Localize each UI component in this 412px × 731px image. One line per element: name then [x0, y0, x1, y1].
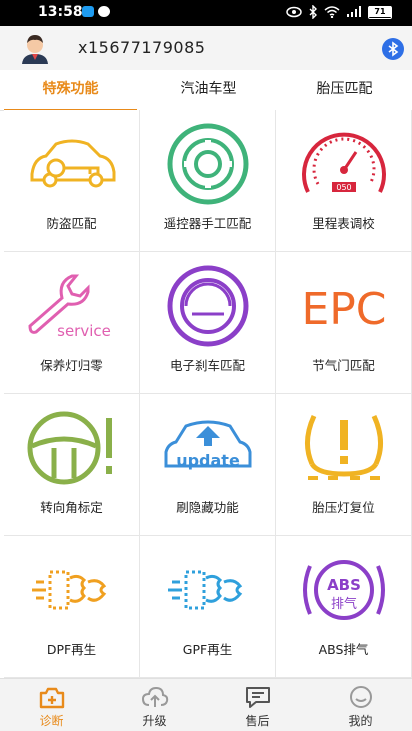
account-number: x15677179085	[78, 38, 206, 57]
system-icons: 71	[286, 5, 392, 19]
epc-icon: EPC	[301, 284, 386, 335]
nav-label: 我的	[348, 714, 373, 728]
function-anti-theft[interactable]: 防盗匹配	[4, 110, 139, 251]
function-label: 胎压灯复位	[312, 500, 375, 515]
function-odometer[interactable]: 050 里程表调校	[276, 110, 411, 251]
bluetooth-status-icon	[309, 5, 317, 19]
battery-icon: 71	[368, 5, 392, 19]
function-throttle[interactable]: EPC 节气门匹配	[276, 252, 411, 393]
function-label: 遥控器手工匹配	[163, 216, 252, 231]
function-steering-angle[interactable]: 转向角标定	[4, 394, 139, 535]
function-hidden-features[interactable]: update 刷隐藏功能	[140, 394, 275, 535]
status-time: 13:58	[38, 4, 83, 20]
tab-special-functions[interactable]: 特殊功能	[2, 70, 139, 111]
function-label: 里程表调校	[312, 216, 375, 231]
steering-icon	[27, 411, 112, 485]
service-text: service	[57, 322, 111, 340]
diagnose-icon	[39, 687, 65, 709]
notification-icons	[82, 6, 110, 17]
function-label: 节气门匹配	[312, 358, 375, 373]
nav-upgrade[interactable]: 升级	[103, 679, 206, 731]
nav-after-sales[interactable]: 售后	[206, 679, 309, 731]
signal-icon	[347, 6, 361, 17]
tab-gasoline-models[interactable]: 汽油车型	[140, 70, 277, 110]
abs-icon: ABS 排气	[303, 560, 385, 620]
nav-label: 诊断	[39, 714, 64, 728]
odometer-icon: 050	[302, 132, 386, 193]
function-tpms-reset[interactable]: 胎压灯复位	[276, 394, 411, 535]
cloud-upload-icon	[141, 686, 169, 707]
avatar[interactable]	[20, 32, 50, 64]
odometer-readout: 050	[336, 183, 351, 192]
remote-icon	[167, 123, 249, 205]
wifi-icon	[324, 6, 340, 18]
function-label: 刷隐藏功能	[176, 500, 239, 515]
bluetooth-icon	[388, 41, 399, 57]
abs-text: ABS	[327, 576, 361, 594]
update-text: update	[176, 451, 240, 470]
update-car-icon: update	[164, 420, 252, 470]
app-notification-icon	[82, 6, 94, 17]
nav-mine[interactable]: 我的	[309, 679, 412, 731]
function-service-reset[interactable]: service 保养灯归零	[4, 252, 139, 393]
function-remote-manual[interactable]: 遥控器手工匹配	[140, 110, 275, 251]
eye-icon	[286, 6, 302, 18]
status-bar: 13:58 71	[0, 0, 412, 26]
chat-notification-icon	[98, 6, 110, 17]
nav-label: 售后	[245, 714, 270, 728]
function-label: ABS排气	[318, 642, 369, 657]
tab-tpms-matching[interactable]: 胎压匹配	[276, 70, 412, 110]
smile-icon	[350, 686, 372, 708]
brake-icon	[167, 265, 249, 347]
nav-label: 升级	[142, 714, 167, 728]
service-wrench-icon: service	[28, 274, 111, 340]
message-icon	[246, 687, 270, 708]
function-label: 转向角标定	[40, 500, 103, 515]
nav-diagnose[interactable]: 诊断	[0, 679, 103, 731]
function-label: 电子刹车匹配	[169, 358, 245, 373]
battery-level: 71	[369, 5, 391, 17]
bluetooth-button[interactable]	[382, 38, 404, 60]
tpms-icon	[305, 414, 383, 480]
function-electronic-brake[interactable]: 电子刹车匹配	[140, 252, 275, 393]
gpf-icon	[168, 570, 243, 610]
function-label: 防盗匹配	[46, 216, 97, 231]
epc-text: EPC	[301, 284, 386, 335]
function-label: DPF再生	[46, 642, 97, 657]
function-grid: 防盗匹配 遥控器手工匹配 050 里程表调校 service 保养灯归零 电子刹…	[4, 110, 412, 678]
account-header: x15677179085	[0, 26, 412, 70]
function-label: GPF再生	[182, 642, 233, 657]
abs-subtext: 排气	[331, 596, 357, 612]
function-abs-bleed[interactable]: ABS 排气 ABS排气	[276, 536, 411, 677]
function-label: 保养灯归零	[40, 358, 103, 373]
function-dpf-regen[interactable]: DPF再生	[4, 536, 139, 677]
function-gpf-regen[interactable]: GPF再生	[140, 536, 275, 677]
bottom-navigation: 诊断 升级 售后 我的	[0, 678, 412, 731]
dpf-icon	[32, 570, 107, 610]
car-key-icon	[30, 139, 116, 188]
category-tabs: 特殊功能 汽油车型 胎压匹配	[0, 70, 412, 111]
